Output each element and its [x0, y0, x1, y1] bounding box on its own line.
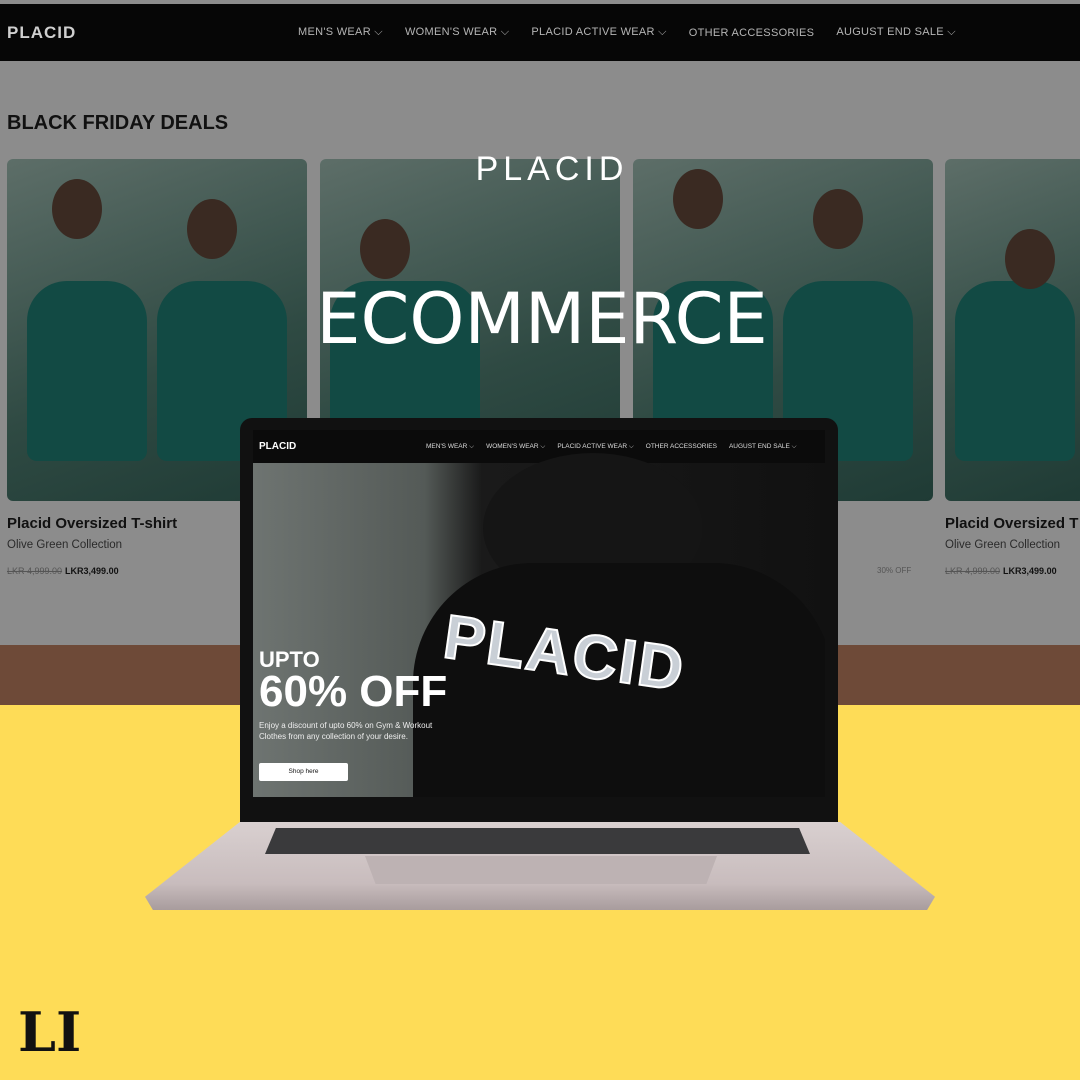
hero-offer: 60% OFF	[259, 667, 448, 716]
nav-womens-wear[interactable]: WOMEN'S WEAR ⌵	[486, 443, 545, 451]
screen-nav: PLACID MEN'S WEAR ⌵ WOMEN'S WEAR ⌵ PLACI…	[253, 430, 825, 463]
price: LKR3,499.00	[1003, 566, 1057, 576]
old-price: LKR 4,999.00	[7, 566, 63, 576]
laptop-screen: PLACID MEN'S WEAR ⌵ WOMEN'S WEAR ⌵ PLACI…	[253, 430, 825, 797]
nav-active-wear[interactable]: PLACID ACTIVE WEAR ⌵	[557, 443, 633, 451]
nav-accessories[interactable]: OTHER ACCESSORIES	[646, 443, 717, 451]
product-subtitle: Olive Green Collection	[7, 539, 123, 551]
overlay-brand: PLACID	[475, 150, 629, 188]
screen-logo[interactable]: PLACID	[259, 441, 296, 452]
laptop-mockup: PLACID MEN'S WEAR ⌵ WOMEN'S WEAR ⌵ PLACI…	[240, 418, 838, 828]
product-title[interactable]: Placid Oversized T	[945, 515, 1078, 532]
old-price: LKR 4,999.00	[945, 566, 1001, 576]
hero-banner: PLACID UPTO 60% OFF Enjoy a discount of …	[253, 453, 825, 797]
nav-accessories[interactable]: OTHER ACCESSORIES	[689, 27, 815, 39]
trackpad	[365, 856, 717, 884]
corner-logo: LI	[18, 1000, 82, 1064]
shop-here-button[interactable]: Shop here	[259, 763, 348, 781]
hero-description: Enjoy a discount of upto 60% on Gym & Wo…	[259, 721, 433, 741]
nav-mens-wear[interactable]: MEN'S WEAR ⌵	[298, 26, 383, 39]
product-subtitle: Olive Green Collection	[945, 539, 1061, 551]
nav-sale[interactable]: AUGUST END SALE ⌵	[729, 443, 797, 451]
nav-sale[interactable]: AUGUST END SALE ⌵	[836, 26, 956, 39]
nav-womens-wear[interactable]: WOMEN'S WEAR ⌵	[405, 26, 509, 39]
section-title: BLACK FRIDAY DEALS	[7, 112, 229, 134]
price: LKR3,499.00	[65, 566, 119, 576]
site-logo[interactable]: PLACID	[7, 23, 76, 43]
keyboard	[265, 828, 810, 854]
nav-mens-wear[interactable]: MEN'S WEAR ⌵	[426, 443, 474, 451]
product-title[interactable]: Placid Oversized T-shirt	[7, 515, 177, 532]
product-price: LKR 4,999.00 LKR3,499.00	[7, 566, 119, 576]
site-nav: PLACID MEN'S WEAR ⌵ WOMEN'S WEAR ⌵ PLACI…	[0, 4, 1080, 61]
discount-badge: 30% OFF	[877, 566, 912, 575]
nav-active-wear[interactable]: PLACID ACTIVE WEAR ⌵	[531, 26, 666, 39]
product-price: LKR 4,999.00 LKR3,499.00	[945, 566, 1057, 576]
overlay-headline: ECOMMERCE	[316, 278, 768, 360]
